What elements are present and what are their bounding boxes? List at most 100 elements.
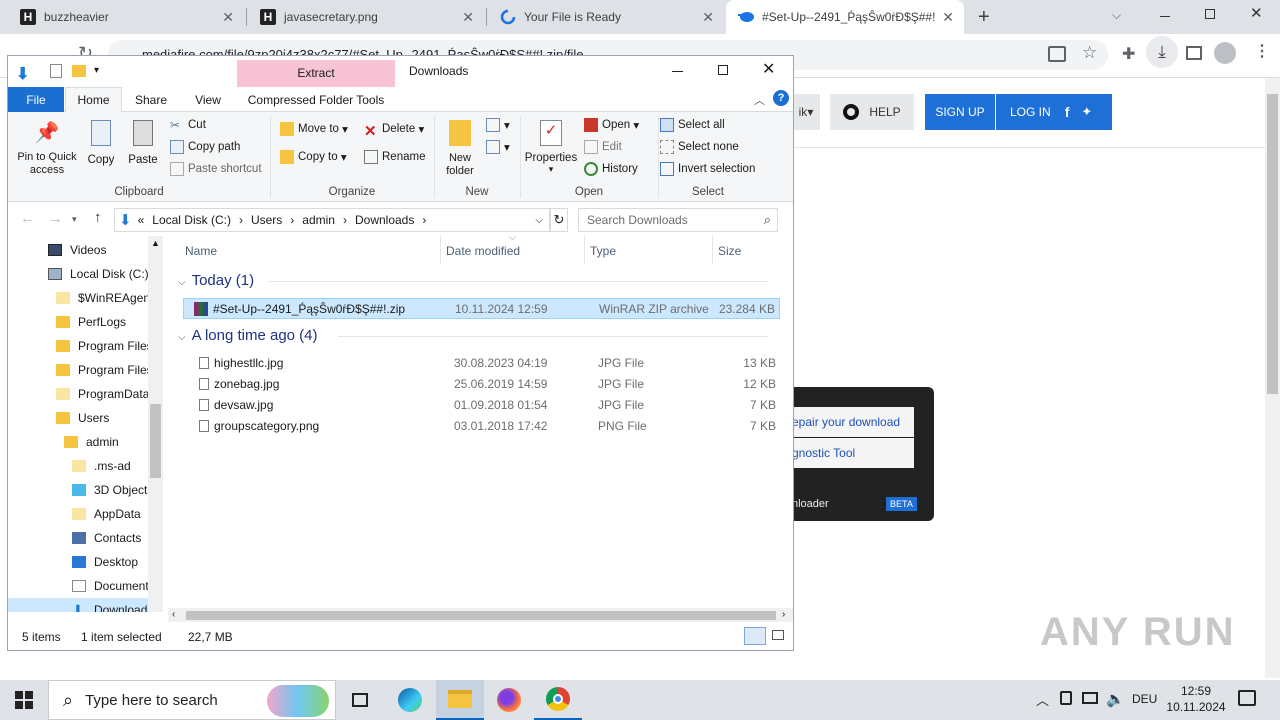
search-downloads-input[interactable]: Search Downloads ⌕ [578,208,778,232]
address-dropdown-icon[interactable]: ⌵ [535,215,543,226]
cut-button[interactable]: ✂ Cut [170,118,206,132]
close-icon[interactable]: ✕ [222,9,234,26]
easy-access-button[interactable]: ▾ [486,140,510,154]
downloads-icon[interactable]: ⤓ [1146,36,1178,68]
sidebar-item[interactable]: PerfLogs [56,310,126,334]
history-button[interactable]: History [584,162,638,176]
sidebar-item[interactable]: Local Disk (C:) [48,262,149,286]
new-folder-button[interactable]: New folder [440,120,480,178]
page-scrollbar[interactable] [1265,78,1280,678]
rename-button[interactable]: Rename [364,150,425,164]
sidebar-scrollbar[interactable]: ▲ [148,236,163,612]
paste-button[interactable]: Paste [126,120,160,166]
language-indicator[interactable]: DEU [1132,692,1157,706]
new-item-button[interactable]: ▾ [486,118,510,132]
new-tab-plus-icon[interactable]: + [978,6,990,29]
extract-context-tab[interactable]: Extract [237,60,395,87]
sidebar-item[interactable]: $WinREAgent [56,286,153,310]
restore-icon[interactable] [1205,9,1215,19]
maximize-icon[interactable] [718,65,728,75]
close-icon[interactable]: ✕ [462,9,474,26]
tab-file[interactable]: File [8,87,64,112]
device-icon[interactable] [1060,691,1072,705]
tab-home[interactable]: Home [65,87,122,112]
sidebar-item[interactable]: .ms-ad [72,454,131,478]
tab-compressed-folder-tools[interactable]: Compressed Folder Tools [237,87,395,112]
edge-icon[interactable] [386,680,434,720]
tab-view[interactable]: View [180,87,236,112]
copy-to-button[interactable]: Copy to ▾ [280,150,347,164]
side-panel-icon[interactable] [1186,46,1202,60]
facebook-icon[interactable]: f [1065,104,1070,120]
collapse-chevron-icon[interactable]: ⌵ [178,332,186,343]
delete-button[interactable]: ✕ Delete ▾ [364,122,424,140]
sidebar-item[interactable]: ProgramData [56,382,149,406]
breadcrumb-downloads[interactable]: Downloads [355,213,414,227]
invert-selection-button[interactable]: Invert selection [660,162,755,176]
details-view-icon[interactable] [744,627,766,645]
network-icon[interactable] [1082,692,1098,704]
sidebar-item[interactable]: ⬇ Downloads [8,598,153,612]
help-icon[interactable]: ? [773,90,789,106]
clock[interactable]: 12:59 10.11.2024 [1166,684,1226,714]
close-icon[interactable]: ✕ [942,9,954,26]
task-view-icon[interactable] [336,680,384,720]
sidebar-item[interactable]: AppData [72,502,141,526]
file-row[interactable]: zonebag.jpg 25.06.2019 14:59 JPG File 12 KB [183,374,780,395]
browser-tab[interactable]: H javasecretary.png ✕ [248,0,484,34]
back-icon[interactable]: ← [20,210,35,227]
login-button[interactable]: LOG IN f ✦ [996,94,1112,130]
collapse-chevron-icon[interactable]: ⌵ [178,277,186,288]
profile-avatar-icon[interactable] [1214,42,1236,64]
forward-icon[interactable]: → [48,210,63,227]
sidebar-item[interactable]: Program Files [56,358,153,382]
horizontal-scrollbar[interactable]: ‹ › [168,608,793,623]
properties-button[interactable]: ✓ Properties ▾ [524,120,578,175]
taskbar-search-box[interactable]: ⌕ Type here to search [48,680,336,720]
tab-share[interactable]: Share [122,87,180,112]
copy-button[interactable]: Copy [84,120,118,166]
close-window-icon[interactable]: ✕ [762,59,775,79]
file-row[interactable]: devsaw.jpg 01.09.2018 01:54 JPG File 7 KB [183,395,780,416]
ribbon-collapse-icon[interactable]: ︿ [754,92,765,108]
show-hidden-icons-chevron[interactable]: ︿ [1036,690,1049,709]
menu-dots-icon[interactable]: ⋮ [1254,41,1270,61]
file-row[interactable]: #Set-Up--2491_ṔąşŜw0ṙĐ$Ş##!.zip 10.11.202… [183,298,780,319]
volume-icon[interactable]: 🔈 [1106,690,1125,708]
signup-button[interactable]: SIGN UP [925,94,995,130]
notifications-icon[interactable] [1238,690,1256,706]
edit-button[interactable]: Edit [584,140,622,154]
pin-quick-access-button[interactable]: 📌 Pin to Quick access [16,120,78,177]
sidebar-item[interactable]: 3D Objects [72,478,153,502]
sidebar-item[interactable]: Users [56,406,109,430]
twitter-icon[interactable]: ✦ [1081,104,1092,120]
browser-tab[interactable]: Your File is Ready ✕ [488,0,724,34]
repair-download-link[interactable]: epair your download [792,407,914,437]
sidebar-item[interactable]: Videos [48,238,106,262]
file-row[interactable]: highestllc.jpg 30.08.2023 04:19 JPG File 13… [183,353,780,374]
close-window-icon[interactable]: ✕ [1250,4,1263,22]
minimize-icon[interactable] [1160,16,1170,17]
refresh-icon[interactable]: ↻ [550,208,568,232]
group-header[interactable]: ⌵ A long time ago (4) [178,327,318,344]
breadcrumb-users[interactable]: Users [251,213,282,227]
browser-tab[interactable]: H buzzheavier ✕ [8,0,244,34]
large-icons-view-icon[interactable] [772,630,784,640]
diagnostic-tool-link[interactable]: gnostic Tool [792,438,914,468]
select-all-button[interactable]: Select all [660,118,725,132]
up-arrow-icon[interactable]: ↑ [94,209,102,226]
close-icon[interactable]: ✕ [702,9,714,26]
move-to-button[interactable]: Move to ▾ [280,122,348,136]
sidebar-item[interactable]: admin [64,430,119,454]
breadcrumb-admin[interactable]: admin [302,213,335,227]
select-none-button[interactable]: Select none [660,140,739,154]
new-folder-quick-icon[interactable] [72,65,86,77]
more-button[interactable]: ik ▾ [792,94,820,130]
minimize-icon[interactable] [672,71,683,72]
tab-search-chevron-icon[interactable]: ⌵ [1112,8,1121,23]
bookmark-star-icon[interactable]: ☆ [1082,43,1097,63]
open-button[interactable]: Open ▾ [584,118,639,132]
firefox-icon[interactable] [485,680,533,720]
file-row[interactable]: groupscategory.png 03.01.2018 17:42 PNG Fi… [183,416,780,437]
file-explorer-taskbar-icon[interactable] [436,680,484,720]
